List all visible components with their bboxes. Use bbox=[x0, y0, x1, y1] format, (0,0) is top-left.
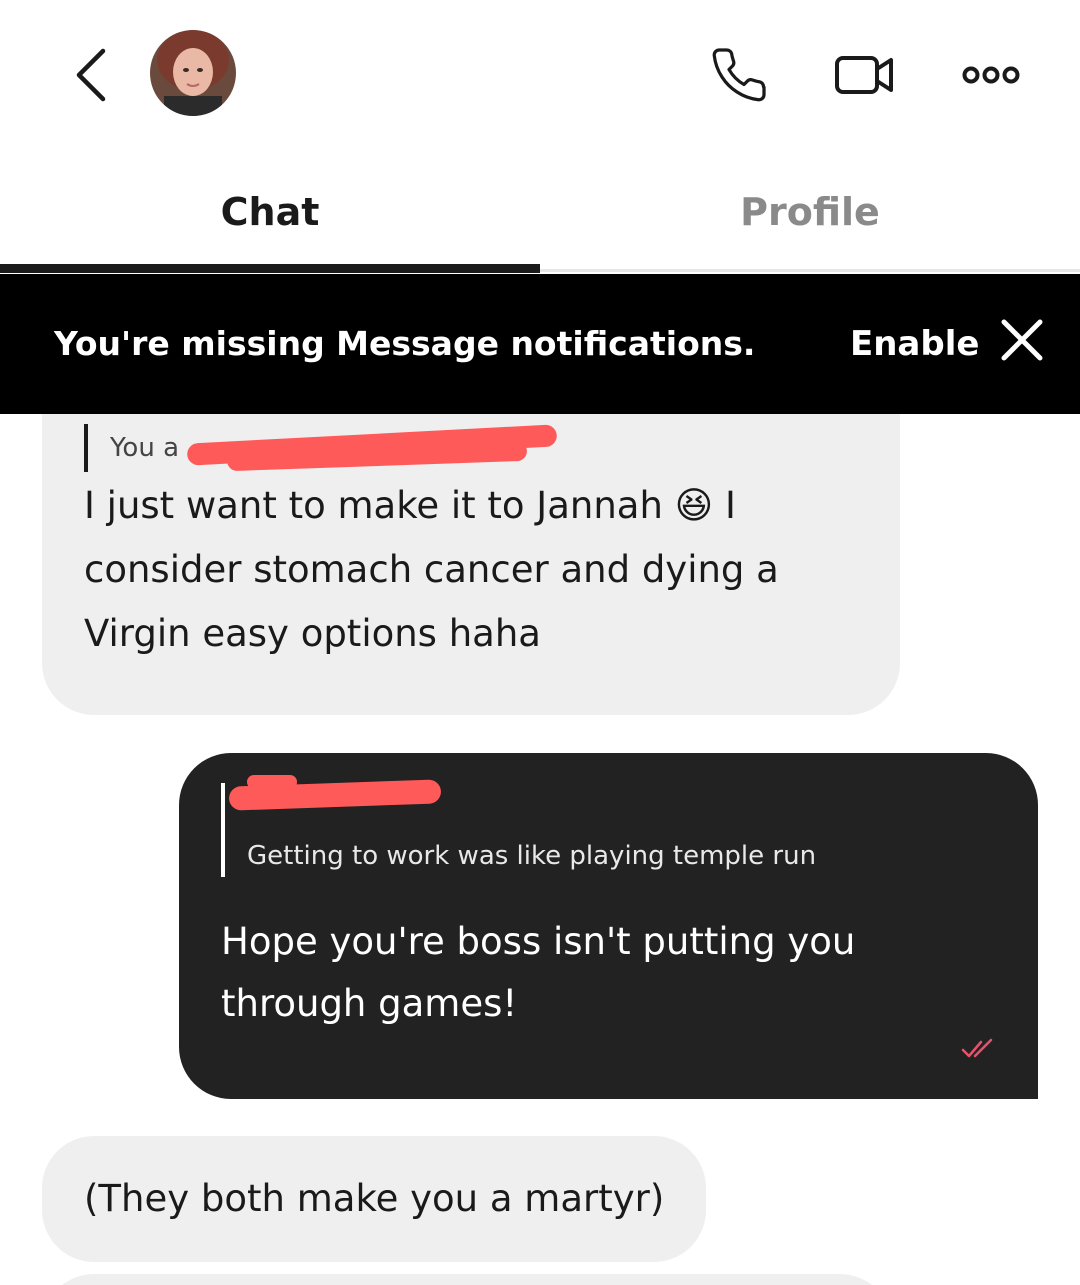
more-options-icon bbox=[962, 66, 1020, 84]
call-button[interactable] bbox=[704, 40, 774, 110]
author-redaction bbox=[228, 771, 449, 811]
video-call-button[interactable] bbox=[830, 40, 900, 110]
message-bubble-incoming[interactable]: You a I just want to make it to Jannah 😆… bbox=[42, 414, 900, 715]
avatar[interactable] bbox=[150, 30, 236, 116]
notification-banner: You're missing Message notifications. En… bbox=[0, 274, 1080, 414]
more-options-button[interactable] bbox=[956, 40, 1026, 110]
chat-header bbox=[0, 0, 1080, 150]
close-icon bbox=[1001, 319, 1043, 361]
phone-icon bbox=[712, 48, 766, 102]
reply-quote-bar bbox=[221, 783, 225, 877]
back-button[interactable] bbox=[62, 40, 118, 110]
chevron-left-icon bbox=[76, 48, 106, 102]
double-check-icon bbox=[961, 1038, 993, 1058]
message-text: (They both make you a martyr) bbox=[84, 1177, 665, 1220]
video-camera-icon bbox=[835, 56, 893, 94]
tab-bar: Chat Profile bbox=[0, 150, 1080, 274]
reply-quote: You a bbox=[84, 424, 179, 472]
message-bubble-incoming[interactable]: (They both make you a martyr) bbox=[42, 1136, 706, 1262]
avatar-image bbox=[150, 30, 236, 116]
tab-profile[interactable]: Profile bbox=[540, 150, 1080, 274]
active-tab-indicator bbox=[0, 264, 540, 273]
name-redaction bbox=[250, 28, 570, 128]
tab-chat[interactable]: Chat bbox=[0, 150, 540, 274]
quote-redaction bbox=[186, 424, 567, 474]
tab-divider bbox=[540, 269, 1080, 272]
message-bubble-incoming-partial[interactable] bbox=[42, 1274, 892, 1285]
chat-thread[interactable]: You a I just want to make it to Jannah 😆… bbox=[0, 414, 1080, 1285]
reply-quote-text: Getting to work was like playing temple … bbox=[247, 841, 817, 871]
banner-message: You're missing Message notifications. bbox=[54, 324, 756, 363]
reply-quote-text: You a bbox=[110, 433, 180, 463]
message-text: I just want to make it to Jannah 😆 I con… bbox=[84, 484, 779, 655]
close-banner-button[interactable] bbox=[994, 312, 1050, 368]
message-text: Hope you're boss isn't putting you throu… bbox=[221, 920, 856, 1025]
message-bubble-outgoing[interactable]: Getting to work was like playing temple … bbox=[179, 753, 1038, 1099]
enable-notifications-button[interactable]: Enable bbox=[850, 324, 979, 364]
